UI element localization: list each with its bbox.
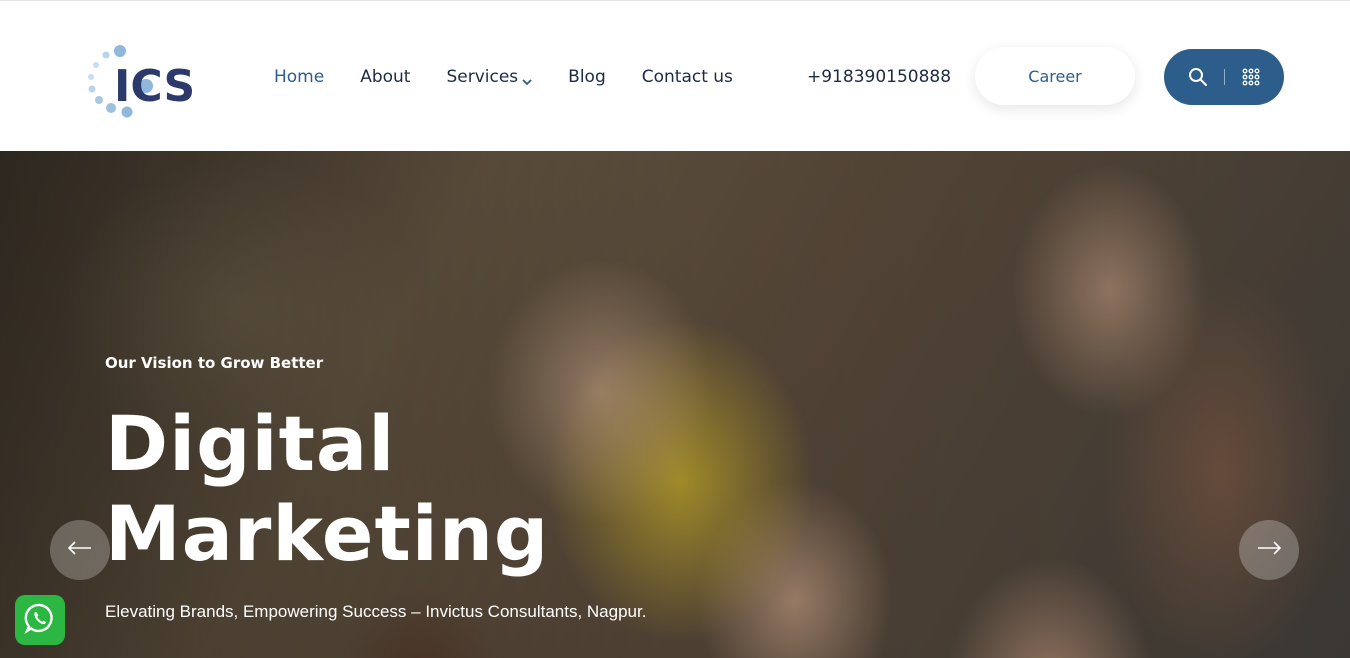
whatsapp-chat-button[interactable] [15, 595, 65, 645]
nav-blog[interactable]: Blog [568, 67, 606, 87]
ics-logo-mark: ICS [88, 45, 195, 118]
tools-divider [1223, 69, 1225, 85]
header-tools [1164, 49, 1284, 105]
arrow-left-icon [67, 540, 93, 560]
nav-blog-label: Blog [568, 67, 606, 87]
nav-about[interactable]: About [360, 67, 410, 87]
nav-services[interactable]: Services [446, 67, 532, 87]
nav-home-label: Home [274, 67, 325, 87]
search-icon[interactable] [1186, 65, 1210, 89]
hero-eyebrow: Our Vision to Grow Better [105, 354, 324, 372]
whatsapp-icon [23, 601, 57, 640]
nav-contact-label: Contact us [641, 67, 733, 87]
site-logo[interactable]: ICS [84, 41, 200, 121]
hero-title-line1: Digital [105, 399, 396, 488]
hero-subtitle: Elevating Brands, Empowering Success – I… [105, 602, 647, 621]
nav-about-label: About [360, 67, 411, 87]
nav-services-label: Services [446, 67, 519, 87]
chevron-down-icon [522, 72, 532, 86]
hero-title: Digital Marketing [105, 399, 665, 579]
grid-menu-icon[interactable] [1239, 65, 1263, 89]
logo-text: ICS [114, 61, 195, 112]
nav-contact[interactable]: Contact us [642, 67, 733, 87]
slider-prev-button[interactable] [50, 520, 110, 580]
phone-number-link[interactable]: +918390150888 [807, 67, 951, 87]
hero-title-line2: Marketing [105, 489, 550, 578]
arrow-right-icon [1256, 540, 1282, 560]
career-button[interactable]: Career [975, 47, 1135, 105]
slider-next-button[interactable] [1239, 520, 1299, 580]
site-header: ICS Home About Services Blog Contact us … [0, 0, 1350, 151]
nav-home[interactable]: Home [274, 67, 324, 87]
hero-slider: Our Vision to Grow Better Digital Market… [0, 151, 1350, 658]
main-nav: Home About Services Blog Contact us [274, 67, 769, 87]
